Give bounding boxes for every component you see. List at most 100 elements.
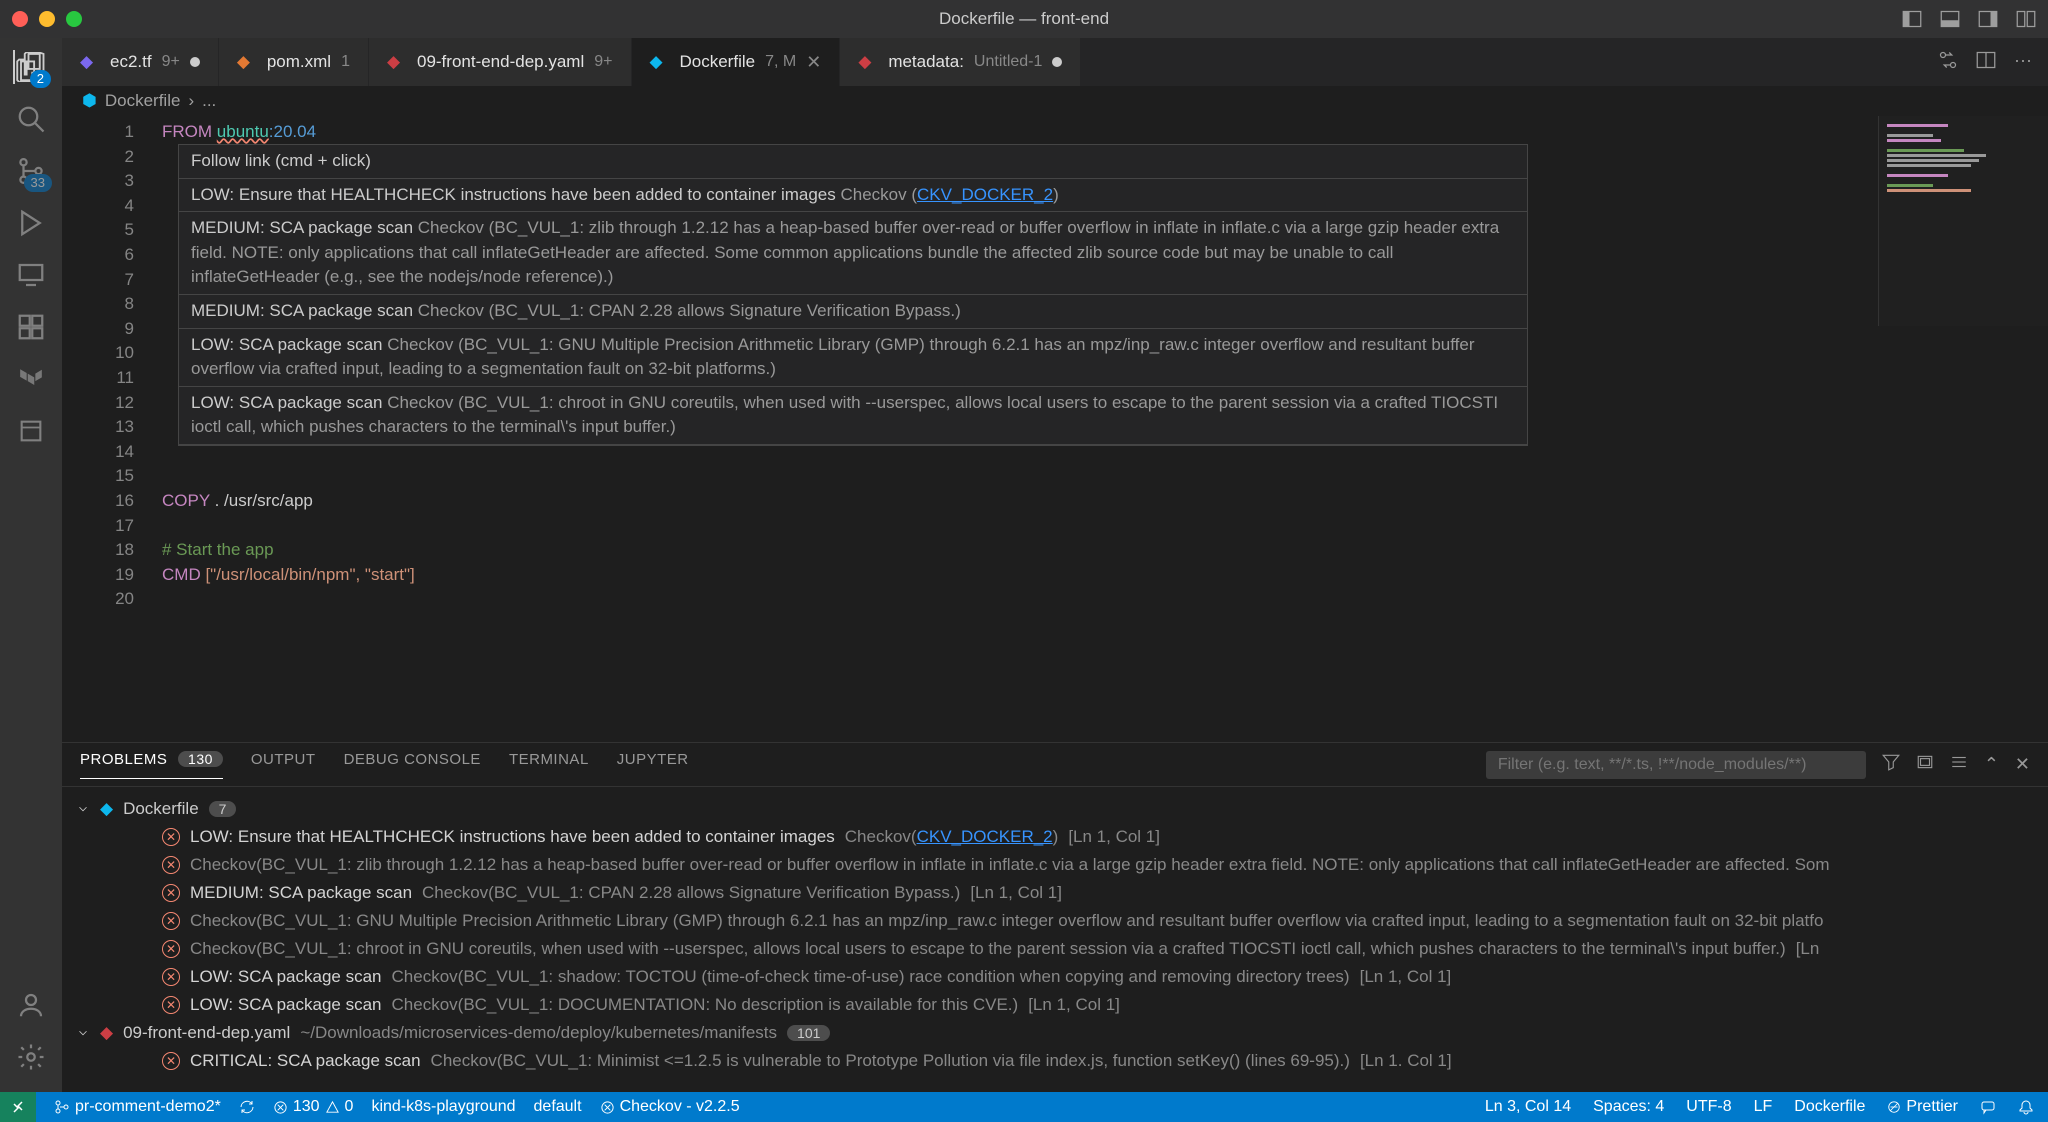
tab-label: metadata: xyxy=(888,52,964,72)
eol-status[interactable]: LF xyxy=(1754,1098,1773,1116)
checkov-status[interactable]: Checkov - v2.2.5 xyxy=(600,1098,740,1116)
breadcrumb-file: Dockerfile xyxy=(105,91,181,111)
error-icon: ✕ xyxy=(162,968,180,986)
k8s-namespace-status[interactable]: default xyxy=(534,1098,582,1116)
bottom-panel: PROBLEMS 130 OUTPUT DEBUG CONSOLE TERMINAL J… xyxy=(62,742,2048,1092)
problem-file-group[interactable]: ◆ Dockerfile 7 xyxy=(62,795,2048,823)
compare-changes-icon[interactable] xyxy=(1938,50,1958,75)
feedback-status[interactable] xyxy=(1980,1098,1996,1116)
panel-tabs: PROBLEMS 130 OUTPUT DEBUG CONSOLE TERMINAL J… xyxy=(62,743,2048,787)
problem-item[interactable]: ✕LOW: Ensure that HEALTHCHECK instructio… xyxy=(62,823,2048,851)
file-icon: ◆ xyxy=(858,52,878,72)
problem-item[interactable]: ✕Checkov(BC_VUL_1: chroot in GNU coreuti… xyxy=(62,935,2048,963)
toggle-panel-icon[interactable] xyxy=(1940,9,1960,29)
settings-activity-icon[interactable] xyxy=(14,1040,48,1074)
panel-tab[interactable]: DEBUG CONSOLE xyxy=(344,751,481,779)
minimize-window-button[interactable] xyxy=(39,11,55,27)
editor-tab[interactable]: ◆metadata: Untitled-1 xyxy=(840,38,1081,86)
source-control-activity-icon[interactable]: 33 xyxy=(14,154,48,188)
customize-layout-icon[interactable] xyxy=(2016,9,2036,29)
account-activity-icon[interactable] xyxy=(14,988,48,1022)
dirty-indicator-icon xyxy=(190,57,200,67)
status-bar: pr-comment-demo2* 130 0 kind-k8s-playgro… xyxy=(0,1092,2048,1122)
tab-label: pom.xml xyxy=(267,52,331,72)
k8s-context-status[interactable]: kind-k8s-playground xyxy=(371,1098,515,1116)
problems-status[interactable]: 130 0 xyxy=(273,1098,354,1116)
tab-label: 09-front-end-dep.yaml xyxy=(417,52,584,72)
hover-diagnostic-item[interactable]: MEDIUM: SCA package scan Checkov (BC_VUL… xyxy=(179,295,1527,329)
docker-activity-icon[interactable] xyxy=(14,414,48,448)
editor[interactable]: 1234567891011121314151617181920 FROM ubu… xyxy=(62,116,2048,742)
window-controls xyxy=(12,11,82,27)
search-activity-icon[interactable] xyxy=(14,102,48,136)
explorer-activity-icon[interactable]: 2 xyxy=(13,50,47,84)
tab-badge: 7, M xyxy=(765,53,796,71)
maximize-window-button[interactable] xyxy=(66,11,82,27)
extensions-activity-icon[interactable] xyxy=(14,310,48,344)
error-icon: ✕ xyxy=(162,856,180,874)
editor-tab[interactable]: ◆09-front-end-dep.yaml9+ xyxy=(369,38,632,86)
breadcrumb[interactable]: ⬢ Dockerfile › ... xyxy=(62,86,2048,116)
file-icon: ◆ xyxy=(100,1023,113,1043)
git-branch-status[interactable]: pr-comment-demo2* xyxy=(54,1098,221,1116)
close-window-button[interactable] xyxy=(12,11,28,27)
close-panel-icon[interactable]: ✕ xyxy=(2015,754,2030,775)
problem-item[interactable]: ✕Checkov(BC_VUL_1: GNU Multiple Precisio… xyxy=(62,907,2048,935)
editor-tab[interactable]: ◆pom.xml1 xyxy=(219,38,369,86)
remote-explorer-activity-icon[interactable] xyxy=(14,258,48,292)
problem-item[interactable]: ✕MEDIUM: SCA package scanCheckov(BC_VUL_… xyxy=(62,879,2048,907)
problem-item[interactable]: ✕CRITICAL: SCA package scanCheckov(BC_VU… xyxy=(62,1047,2048,1075)
problem-file-name: Dockerfile xyxy=(123,799,199,819)
editor-tab[interactable]: ◆Dockerfile7, M✕ xyxy=(632,38,841,86)
panel-tab[interactable]: JUPYTER xyxy=(617,751,689,779)
editor-tabs: ◆ec2.tf9+◆pom.xml1◆09-front-end-dep.yaml… xyxy=(62,38,2048,86)
error-icon: ✕ xyxy=(162,996,180,1014)
prettier-status[interactable]: Prettier xyxy=(1887,1098,1958,1116)
filter-icon[interactable] xyxy=(1882,753,1900,776)
error-icon: ✕ xyxy=(162,828,180,846)
run-debug-activity-icon[interactable] xyxy=(14,206,48,240)
view-as-list-icon[interactable] xyxy=(1950,753,1968,776)
problem-item[interactable]: ✕LOW: SCA package scanCheckov(BC_VUL_1: … xyxy=(62,991,2048,1019)
terraform-activity-icon[interactable] xyxy=(14,362,48,396)
file-icon: ◆ xyxy=(650,52,670,72)
encoding-status[interactable]: UTF-8 xyxy=(1686,1098,1731,1116)
toggle-primary-sidebar-icon[interactable] xyxy=(1902,9,1922,29)
problem-item[interactable]: ✕Checkov(BC_VUL_1: zlib through 1.2.12 h… xyxy=(62,851,2048,879)
problem-item[interactable]: ✕LOW: SCA package scanCheckov(BC_VUL_1: … xyxy=(62,963,2048,991)
collapse-all-icon[interactable] xyxy=(1916,753,1934,776)
problem-file-group[interactable]: ◆ 09-front-end-dep.yaml ~/Downloads/micr… xyxy=(62,1019,2048,1047)
activity-bar: 2 33 xyxy=(0,38,62,1092)
indentation-status[interactable]: Spaces: 4 xyxy=(1593,1098,1664,1116)
cursor-position-status[interactable]: Ln 3, Col 14 xyxy=(1485,1098,1571,1116)
tab-label: ec2.tf xyxy=(110,52,152,72)
maximize-panel-icon[interactable]: ⌃ xyxy=(1984,754,1999,775)
hover-diagnostic-item[interactable]: LOW: Ensure that HEALTHCHECK instruction… xyxy=(179,179,1527,213)
dirty-indicator-icon xyxy=(1052,57,1062,67)
panel-tab[interactable]: PROBLEMS 130 xyxy=(80,751,223,779)
sync-status[interactable] xyxy=(239,1099,255,1115)
explorer-badge: 2 xyxy=(30,70,51,88)
toggle-secondary-sidebar-icon[interactable] xyxy=(1978,9,1998,29)
error-icon: ✕ xyxy=(162,912,180,930)
panel-tab[interactable]: TERMINAL xyxy=(509,751,589,779)
language-mode-status[interactable]: Dockerfile xyxy=(1794,1098,1865,1116)
problems-count-badge: 130 xyxy=(178,751,223,767)
close-tab-icon[interactable]: ✕ xyxy=(806,52,821,73)
editor-tab[interactable]: ◆ec2.tf9+ xyxy=(62,38,219,86)
remote-indicator[interactable] xyxy=(0,1092,36,1122)
minimap[interactable] xyxy=(1878,116,2048,326)
hover-diagnostic-item[interactable]: LOW: SCA package scan Checkov (BC_VUL_1:… xyxy=(179,387,1527,445)
breadcrumb-suffix: ... xyxy=(202,91,216,111)
error-icon: ✕ xyxy=(162,884,180,902)
panel-tab[interactable]: OUTPUT xyxy=(251,751,316,779)
problems-list[interactable]: ◆ Dockerfile 7✕LOW: Ensure that HEALTHCH… xyxy=(62,787,2048,1092)
hover-diagnostic-item[interactable]: LOW: SCA package scan Checkov (BC_VUL_1:… xyxy=(179,329,1527,387)
scm-badge: 33 xyxy=(24,174,52,192)
hover-diagnostic-item[interactable]: MEDIUM: SCA package scan Checkov (BC_VUL… xyxy=(179,212,1527,295)
more-actions-icon[interactable]: ··· xyxy=(2014,50,2032,75)
split-editor-icon[interactable] xyxy=(1976,50,1996,75)
problem-count-badge: 7 xyxy=(209,801,237,817)
problems-filter-input[interactable] xyxy=(1486,751,1866,779)
notifications-status[interactable] xyxy=(2018,1098,2034,1116)
